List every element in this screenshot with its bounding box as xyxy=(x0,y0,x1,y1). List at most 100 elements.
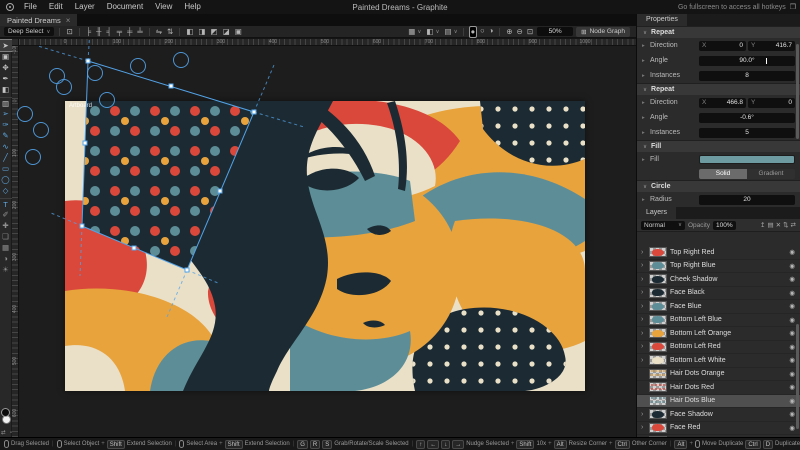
section-fill[interactable]: ∨ Fill xyxy=(637,140,800,152)
align-right-icon[interactable]: ╡ xyxy=(105,27,112,37)
menu-help[interactable]: Help xyxy=(178,0,206,14)
visibility-eye-icon[interactable]: ◉ xyxy=(789,356,795,364)
expand-arrow-icon[interactable]: › xyxy=(641,330,646,337)
layers-scrollbar[interactable] xyxy=(796,324,799,429)
artboard[interactable] xyxy=(65,101,585,391)
menu-document[interactable]: Document xyxy=(101,0,149,14)
pen-tool[interactable]: ✑ xyxy=(0,119,12,130)
instances-field[interactable]: 5 xyxy=(699,128,795,138)
layer-row[interactable]: › Cheek Shadow ◉ xyxy=(637,273,800,287)
visibility-eye-icon[interactable]: ◉ xyxy=(789,275,795,283)
layer-row[interactable]: › Top Right Red ◉ xyxy=(637,246,800,260)
path-tool[interactable]: ➢ xyxy=(0,108,12,119)
tab-painted-dreams[interactable]: Painted Dreams × xyxy=(0,14,77,26)
pivot-reference-icon[interactable]: ⊡ xyxy=(65,27,73,37)
visibility-eye-icon[interactable]: ◉ xyxy=(789,383,795,391)
fullscreen-icon[interactable]: ❒ xyxy=(790,3,796,11)
align-center-vertical-icon[interactable]: ╪ xyxy=(126,27,133,37)
text-tool[interactable]: T xyxy=(0,198,12,209)
expand-arrow-icon[interactable]: › xyxy=(641,343,646,350)
menu-edit[interactable]: Edit xyxy=(43,0,69,14)
menu-file[interactable]: File xyxy=(18,0,43,14)
detail-tool[interactable]: ◑ xyxy=(0,253,12,264)
section-repeat-2[interactable]: ∨ Repeat xyxy=(637,83,800,95)
polygon-tool[interactable]: ◇ xyxy=(0,185,12,196)
tab-close-icon[interactable]: × xyxy=(66,16,71,25)
flip-vertical-icon[interactable]: ⇅ xyxy=(166,27,174,37)
expand-arrow-icon[interactable]: › xyxy=(641,249,646,256)
boolean-subtract-back-icon[interactable]: ◩ xyxy=(210,27,219,37)
node-graph-button[interactable]: ⊞ Node Graph xyxy=(576,27,630,37)
section-circle[interactable]: ∨ Circle xyxy=(637,180,800,192)
direction-x-field[interactable]: X466.8 xyxy=(699,98,746,108)
direction-x-field[interactable]: X0 xyxy=(699,41,746,51)
clone-tool[interactable]: ❏ xyxy=(0,231,12,242)
heal-tool[interactable]: ✚ xyxy=(0,220,12,231)
navigate-tool[interactable]: ✥ xyxy=(0,62,12,73)
visibility-eye-icon[interactable]: ◉ xyxy=(789,316,795,324)
display-split-toggle[interactable]: ◑ xyxy=(488,26,495,38)
layer-row[interactable]: › Bottom Left Orange ◉ xyxy=(637,327,800,341)
layer-row[interactable]: › Hair Dots Orange ◉ xyxy=(637,368,800,382)
fill-swatch[interactable] xyxy=(1,408,10,417)
select-tool[interactable]: ➤ xyxy=(0,40,12,51)
blend-mode-dropdown[interactable]: Normal ∨ xyxy=(641,221,685,230)
direction-y-field[interactable]: Y416.7 xyxy=(748,41,795,51)
swap-panel-icon[interactable]: ⇄ xyxy=(791,221,796,229)
layer-row[interactable]: › Hair Dots Red ◉ xyxy=(637,381,800,395)
expand-arrow-icon[interactable]: › xyxy=(641,357,646,364)
expand-arrow-icon[interactable]: › xyxy=(641,316,646,323)
boolean-union-icon[interactable]: ◧ xyxy=(185,27,194,37)
angle-field[interactable]: -0.6° xyxy=(699,113,795,123)
visibility-eye-icon[interactable]: ◉ xyxy=(789,302,795,310)
overlay-mode-dropdown[interactable]: ▤∨ xyxy=(444,27,458,37)
instances-field[interactable]: 8 xyxy=(699,71,795,81)
expand-layers-icon[interactable]: ⇅ xyxy=(783,221,788,229)
section-repeat-1[interactable]: ∨ Repeat xyxy=(637,26,800,38)
relight-tool[interactable]: ☀ xyxy=(0,264,12,275)
visibility-eye-icon[interactable]: ◉ xyxy=(789,397,795,405)
direction-y-field[interactable]: Y0 xyxy=(748,98,795,108)
display-outline-toggle[interactable]: ○ xyxy=(479,26,486,38)
visibility-eye-icon[interactable]: ◉ xyxy=(789,343,795,351)
zoom-level-field[interactable]: 50% xyxy=(537,27,573,36)
flip-horizontal-icon[interactable]: ⇋ xyxy=(155,27,163,37)
patch-tool[interactable]: ▦ xyxy=(0,242,12,253)
layer-row[interactable]: › Bottom Left White ◉ xyxy=(637,354,800,368)
artboard-tool[interactable]: ▣ xyxy=(0,51,12,62)
opacity-field[interactable]: 100% xyxy=(713,221,736,230)
delete-layer-icon[interactable]: ✕ xyxy=(776,221,781,229)
visibility-eye-icon[interactable]: ◉ xyxy=(789,410,795,418)
rectangle-tool[interactable]: ▭ xyxy=(0,163,12,174)
expand-arrow-icon[interactable]: › xyxy=(641,289,646,296)
align-bottom-icon[interactable]: ╧ xyxy=(136,27,143,37)
boolean-subtract-front-icon[interactable]: ◨ xyxy=(197,27,206,37)
gradient-button[interactable]: Gradient xyxy=(747,169,795,179)
line-tool[interactable]: ╱ xyxy=(0,152,12,163)
solid-button[interactable]: Solid xyxy=(699,169,747,179)
layer-row[interactable]: › Bottom Left Blue ◉ xyxy=(637,314,800,328)
freehand-tool[interactable]: ✎ xyxy=(0,130,12,141)
align-left-icon[interactable]: ╞ xyxy=(85,27,92,37)
fill-mode-dropdown[interactable]: ◧∨ xyxy=(425,27,439,37)
layer-row[interactable]: › Bottom Left Red ◉ xyxy=(637,341,800,355)
brush-tool[interactable]: ✐ xyxy=(0,209,12,220)
radius-field[interactable]: 20 xyxy=(699,195,795,205)
menu-view[interactable]: View xyxy=(149,0,178,14)
expand-arrow-icon[interactable]: › xyxy=(641,303,646,310)
new-folder-icon[interactable]: ▤ xyxy=(767,221,773,229)
swap-swatches-icon[interactable]: ⇄ xyxy=(1,430,6,436)
visibility-eye-icon[interactable]: ◉ xyxy=(789,370,795,378)
expand-arrow-icon[interactable]: › xyxy=(641,424,646,431)
boolean-difference-icon[interactable]: ▣ xyxy=(234,27,243,37)
zoom-fit-button[interactable]: ⊡ xyxy=(526,27,534,37)
expand-arrow-icon[interactable]: › xyxy=(641,276,646,283)
eyedropper-tool[interactable]: ✒ xyxy=(0,73,12,84)
ellipse-tool[interactable]: ◯ xyxy=(0,174,12,185)
view-mode-dropdown[interactable]: ▦∨ xyxy=(407,27,421,37)
graphite-logo-icon[interactable] xyxy=(6,3,14,11)
visibility-eye-icon[interactable]: ◉ xyxy=(789,289,795,297)
visibility-eye-icon[interactable]: ◉ xyxy=(789,329,795,337)
align-top-icon[interactable]: ╤ xyxy=(116,27,123,37)
layer-row[interactable]: › Hair Dots Blue ◉ xyxy=(637,395,800,409)
